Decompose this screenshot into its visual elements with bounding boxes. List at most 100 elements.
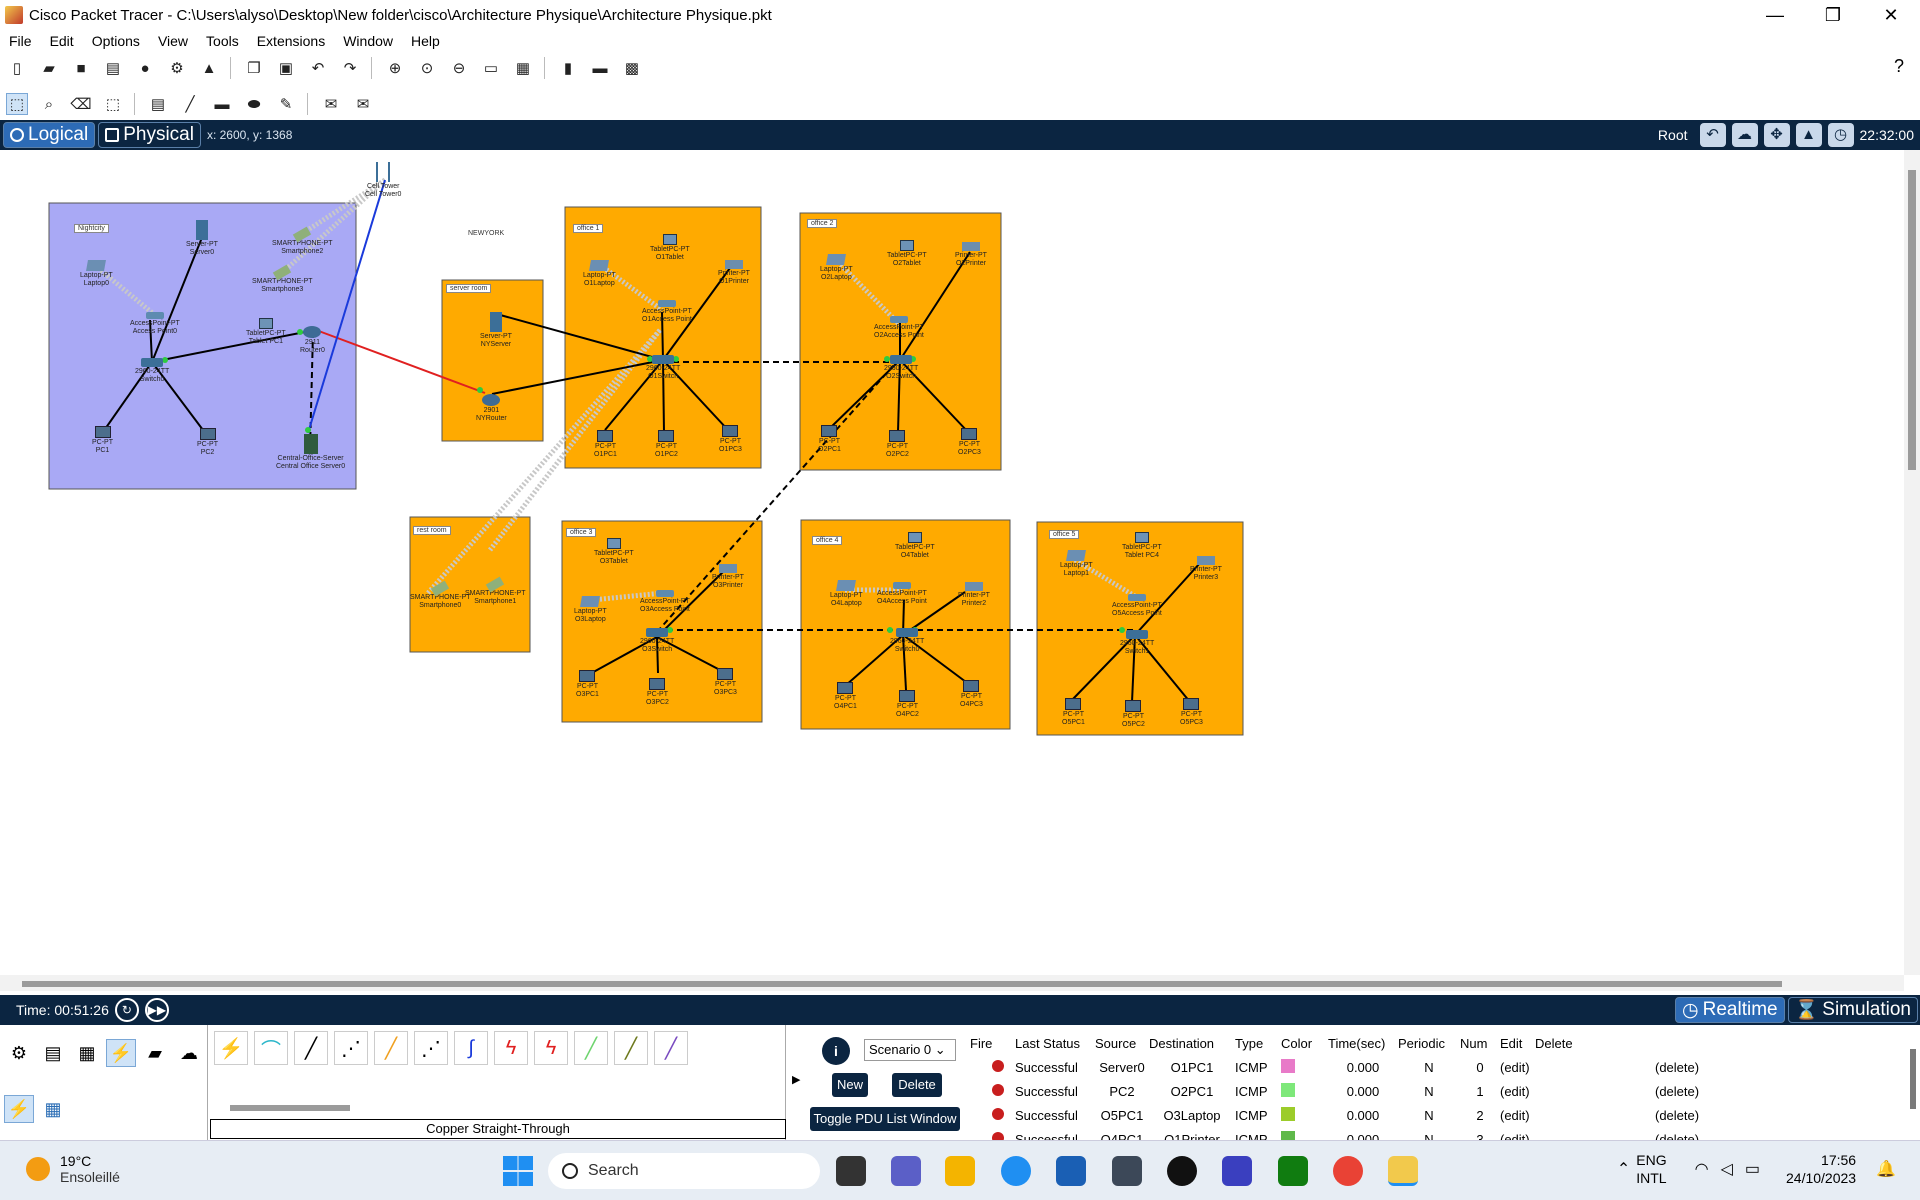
tab-simulation[interactable]: ⌛ Simulation: [1787, 997, 1918, 1023]
scenario-info-button[interactable]: i: [822, 1037, 850, 1065]
canvas-vertical-scrollbar[interactable]: [1904, 150, 1920, 975]
end-devices-icon[interactable]: ▤: [38, 1039, 68, 1067]
note-tool-icon[interactable]: ▤: [147, 93, 169, 115]
table-row[interactable]: Successful O5PC1 O3Laptop ICMP 0.000 N 2 (edit)…: [970, 1103, 1900, 1127]
edge-browser-icon[interactable]: [1001, 1156, 1031, 1186]
freeform-tool-icon[interactable]: ✎: [275, 93, 297, 115]
simple-pdu-icon[interactable]: ✉: [320, 93, 342, 115]
o1switch-device[interactable]: 2960-24TT O1Switch: [646, 355, 680, 381]
console-cable-icon[interactable]: ⌒: [254, 1031, 288, 1065]
o3switch-device[interactable]: 2960-24TT O3Switch: [640, 628, 674, 654]
fire-indicator-icon[interactable]: [992, 1083, 1004, 1096]
activity-wizard-icon[interactable]: ▲: [198, 57, 220, 79]
zoom-out-icon[interactable]: ⊖: [448, 57, 470, 79]
router0-device[interactable]: 2911 Router0: [300, 326, 325, 355]
o4switch-device[interactable]: 2960-24TT Switch0: [890, 628, 924, 654]
auto-connection-icon[interactable]: ⚡: [214, 1031, 248, 1065]
info-icon[interactable]: ●: [134, 57, 156, 79]
pdu-edit-cell[interactable]: (edit): [1500, 1060, 1535, 1075]
copy-icon[interactable]: ❐: [243, 57, 265, 79]
tablet-pc1-device[interactable]: TabletPC-PT Tablet PC1: [246, 318, 286, 346]
drawing-palette-icon[interactable]: ▭: [480, 57, 502, 79]
redo-icon[interactable]: ↷: [339, 57, 361, 79]
grid-icon[interactable]: ▦: [38, 1095, 68, 1123]
custom-device-icon[interactable]: ▦: [512, 57, 534, 79]
coaxial-cable-icon[interactable]: ∫: [454, 1031, 488, 1065]
o1pc2-device[interactable]: PC-PT O1PC2: [655, 430, 678, 459]
minimize-button[interactable]: —: [1746, 0, 1804, 30]
menu-help[interactable]: Help: [402, 33, 449, 49]
weather-widget[interactable]: 19°C Ensoleillé: [26, 1153, 120, 1185]
chevron-up-icon[interactable]: ⌃: [1617, 1159, 1630, 1179]
menu-options[interactable]: Options: [83, 33, 149, 49]
o4pc2-device[interactable]: PC-PT O4PC2: [896, 690, 919, 719]
workspace-list-icon[interactable]: ▮: [557, 57, 579, 79]
pdu-edit-cell[interactable]: (edit): [1500, 1084, 1535, 1099]
o5switch-device[interactable]: 2960-24TT Switch1: [1120, 630, 1154, 656]
screenshot-icon[interactable]: ▩: [621, 57, 643, 79]
table-row[interactable]: Successful O4PC1 O1Printer ICMP 0.000 N 3 (edit…: [970, 1127, 1900, 1140]
line-tool-icon[interactable]: ╱: [179, 93, 201, 115]
iot-custom-cable-icon[interactable]: ╱: [614, 1031, 648, 1065]
access-point0-device[interactable]: AccessPoint-PT Access Point0: [130, 312, 180, 336]
o3printer-device[interactable]: Printer-PT O3Printer: [712, 564, 744, 590]
serial-dte-icon[interactable]: ϟ: [534, 1031, 568, 1065]
o4pc3-device[interactable]: PC-PT O4PC3: [960, 680, 983, 709]
battery-icon[interactable]: ▭: [1745, 1159, 1760, 1179]
network-devices-icon[interactable]: ⚙: [4, 1039, 34, 1067]
o4access-point-device[interactable]: AccessPoint-PT O4Access Point: [877, 582, 927, 606]
octal-cable-icon[interactable]: ╱: [574, 1031, 608, 1065]
phone-cable-icon[interactable]: ⋰: [414, 1031, 448, 1065]
fire-indicator-icon[interactable]: [992, 1131, 1004, 1140]
o5pc2-device[interactable]: PC-PT O5PC2: [1122, 700, 1145, 729]
serial-dce-icon[interactable]: ϟ: [494, 1031, 528, 1065]
o2switch-device[interactable]: 2960-24TT O2Switch: [884, 355, 918, 381]
fire-indicator-icon[interactable]: [992, 1107, 1004, 1120]
taskbar-clock[interactable]: 17:56 24/10/2023: [1786, 1151, 1856, 1187]
toggle-pdu-list-button[interactable]: Toggle PDU List Window: [810, 1107, 960, 1131]
menu-extensions[interactable]: Extensions: [248, 33, 334, 49]
power-cycle-icon[interactable]: ↻: [114, 998, 139, 1022]
select-tool-icon[interactable]: ⬚: [6, 93, 28, 115]
o5pc1-device[interactable]: PC-PT O5PC1: [1062, 698, 1085, 727]
rectangle-tool-icon[interactable]: ▬: [211, 93, 233, 115]
multiuser-icon[interactable]: ☁: [174, 1039, 204, 1067]
pdu-fire-cell[interactable]: [970, 1059, 1015, 1075]
menu-window[interactable]: Window: [334, 33, 402, 49]
delete-scenario-button[interactable]: Delete: [892, 1073, 942, 1097]
pdu-delete-cell[interactable]: (delete): [1655, 1060, 1715, 1075]
scroll-thumb[interactable]: [22, 981, 1782, 987]
back-icon[interactable]: ↶: [1699, 123, 1726, 147]
task-view-icon[interactable]: [836, 1156, 866, 1186]
microsoft-store-icon[interactable]: [1056, 1156, 1086, 1186]
fiber-icon[interactable]: ╱: [374, 1031, 408, 1065]
viewport-clock-icon[interactable]: ◷: [1827, 123, 1854, 147]
background-image-icon[interactable]: ▲: [1795, 123, 1822, 147]
file-explorer-icon[interactable]: [945, 1156, 975, 1186]
pdu-scroll-thumb[interactable]: [1910, 1049, 1916, 1109]
navigation-icon[interactable]: ✥: [1763, 123, 1790, 147]
server0-device[interactable]: Server-PT Server0: [186, 220, 218, 257]
components-icon[interactable]: ▦: [72, 1039, 102, 1067]
o2pc1-device[interactable]: PC-PT O2PC1: [818, 425, 841, 454]
smartphone3-device[interactable]: SMARTPHONE-PT Smartphone3: [252, 264, 313, 294]
menu-edit[interactable]: Edit: [41, 33, 83, 49]
help-icon[interactable]: ?: [1894, 56, 1904, 77]
o4pc1-device[interactable]: PC-PT O4PC1: [834, 682, 857, 711]
teams-chat-icon[interactable]: [891, 1156, 921, 1186]
o2pc3-device[interactable]: PC-PT O2PC3: [958, 428, 981, 457]
o1laptop-device[interactable]: Laptop-PT O1Laptop: [583, 260, 616, 288]
ellipse-tool-icon[interactable]: ⬬: [243, 93, 265, 115]
table-row[interactable]: Successful PC2 O2PC1 ICMP 0.000 N 1 (edit) (dele…: [970, 1079, 1900, 1103]
pdu-fire-cell[interactable]: [970, 1107, 1015, 1123]
o2laptop-device[interactable]: Laptop-PT O2Laptop: [820, 254, 853, 282]
language-indicator[interactable]: ENG INTL: [1636, 1151, 1666, 1187]
pc1-device[interactable]: PC-PT PC1: [92, 426, 113, 455]
virtualbox-icon[interactable]: [1112, 1156, 1142, 1186]
o2pc2-device[interactable]: PC-PT O2PC2: [886, 430, 909, 459]
o2tablet-device[interactable]: TabletPC-PT O2Tablet: [887, 240, 927, 268]
pdu-edit-cell[interactable]: (edit): [1500, 1108, 1535, 1123]
usb-cable-icon[interactable]: ╱: [654, 1031, 688, 1065]
copper-cross-over-icon[interactable]: ⋰: [334, 1031, 368, 1065]
powerautomate-icon[interactable]: [1222, 1156, 1252, 1186]
